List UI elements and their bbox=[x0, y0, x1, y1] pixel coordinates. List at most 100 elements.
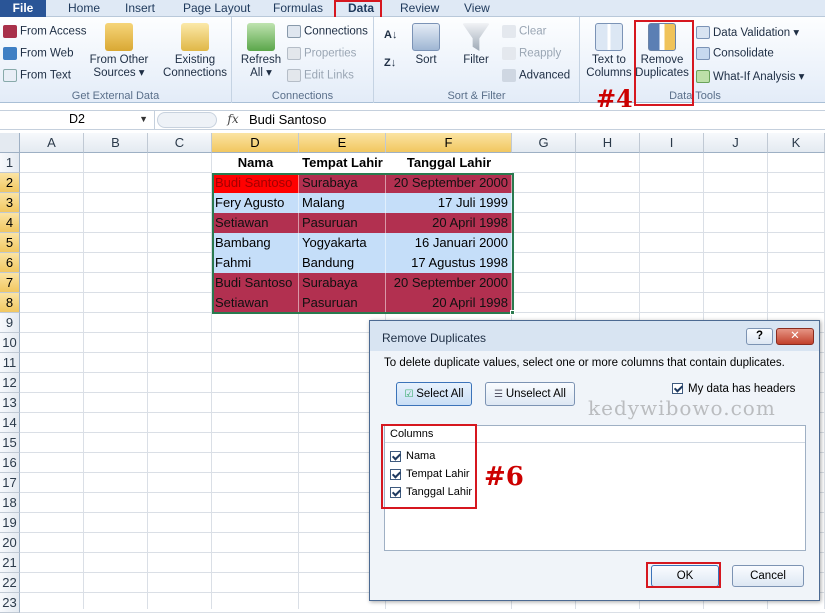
edit-links-button[interactable]: Edit Links bbox=[287, 69, 354, 82]
table-cell-tempat[interactable]: Malang bbox=[299, 193, 386, 213]
row-header-7[interactable]: 7 bbox=[0, 273, 20, 293]
filter-button[interactable]: Filter bbox=[456, 23, 496, 67]
table-header-cell[interactable]: Tempat Lahir bbox=[299, 153, 386, 173]
row-header-8[interactable]: 8 bbox=[0, 293, 20, 313]
column-header-g[interactable]: G bbox=[512, 133, 576, 153]
table-cell-tempat[interactable]: Pasuruan bbox=[299, 293, 386, 313]
column-header-d[interactable]: D bbox=[212, 133, 299, 153]
reapply-button[interactable]: Reapply bbox=[502, 47, 561, 60]
row-header-6[interactable]: 6 bbox=[0, 253, 20, 273]
row-header-5[interactable]: 5 bbox=[0, 233, 20, 253]
row-header-11[interactable]: 11 bbox=[0, 353, 20, 373]
row-header-12[interactable]: 12 bbox=[0, 373, 20, 393]
row-header-14[interactable]: 14 bbox=[0, 413, 20, 433]
tab-page-layout[interactable]: Page Layout bbox=[183, 1, 250, 15]
properties-button[interactable]: Properties bbox=[287, 47, 356, 60]
from-access-button[interactable]: From Access bbox=[3, 25, 86, 38]
connections-button[interactable]: Connections bbox=[287, 25, 368, 38]
table-cell-tempat[interactable]: Bandung bbox=[299, 253, 386, 273]
tab-formulas[interactable]: Formulas bbox=[273, 1, 323, 15]
table-cell-tanggal[interactable]: 20 September 2000 bbox=[386, 173, 512, 193]
row-header-2[interactable]: 2 bbox=[0, 173, 20, 193]
fill-handle[interactable] bbox=[510, 310, 515, 315]
table-cell-nama[interactable]: Budi Santoso bbox=[212, 173, 299, 193]
tab-review[interactable]: Review bbox=[400, 1, 439, 15]
advanced-button[interactable]: Advanced bbox=[502, 69, 570, 82]
grid-line bbox=[83, 153, 84, 609]
row-header-16[interactable]: 16 bbox=[0, 453, 20, 473]
row-header-15[interactable]: 15 bbox=[0, 433, 20, 453]
table-cell-nama[interactable]: Fahmi bbox=[212, 253, 299, 273]
table-cell-tanggal[interactable]: 20 September 2000 bbox=[386, 273, 512, 293]
name-box[interactable]: D2 ▼ bbox=[0, 110, 155, 130]
clear-button[interactable]: Clear bbox=[502, 25, 546, 38]
row-header-23[interactable]: 23 bbox=[0, 593, 20, 613]
table-cell-nama[interactable]: Budi Santoso bbox=[212, 273, 299, 293]
table-header-cell[interactable]: Nama bbox=[212, 153, 299, 173]
group-label: Get External Data bbox=[71, 90, 160, 102]
table-cell-tempat[interactable]: Yogyakarta bbox=[299, 233, 386, 253]
table-cell-nama[interactable]: Setiawan bbox=[212, 213, 299, 233]
row-header-19[interactable]: 19 bbox=[0, 513, 20, 533]
row-header-21[interactable]: 21 bbox=[0, 553, 20, 573]
close-button[interactable]: ✕ bbox=[776, 328, 814, 345]
watermark: kedywibowo.com bbox=[588, 396, 776, 420]
help-button[interactable]: ? bbox=[746, 328, 773, 345]
table-cell-tanggal[interactable]: 17 Agustus 1998 bbox=[386, 253, 512, 273]
select-all-button[interactable]: ☑ Select All bbox=[396, 382, 472, 406]
column-header-j[interactable]: J bbox=[704, 133, 768, 153]
row-header-13[interactable]: 13 bbox=[0, 393, 20, 413]
existing-connections-button[interactable]: Existing Connections bbox=[160, 23, 230, 80]
column-header-a[interactable]: A bbox=[20, 133, 84, 153]
table-cell-tanggal[interactable]: 16 Januari 2000 bbox=[386, 233, 512, 253]
table-cell-tempat[interactable]: Pasuruan bbox=[299, 213, 386, 233]
row-header-4[interactable]: 4 bbox=[0, 213, 20, 233]
tab-view[interactable]: View bbox=[464, 1, 490, 15]
row-header-9[interactable]: 9 bbox=[0, 313, 20, 333]
table-cell-nama[interactable]: Bambang bbox=[212, 233, 299, 253]
table-cell-nama[interactable]: Setiawan bbox=[212, 293, 299, 313]
tab-file[interactable]: File bbox=[0, 0, 46, 17]
table-cell-tanggal[interactable]: 20 April 1998 bbox=[386, 213, 512, 233]
consolidate-button[interactable]: Consolidate bbox=[696, 47, 774, 60]
text-to-columns-button[interactable]: Text to Columns bbox=[584, 23, 634, 80]
unselect-all-button[interactable]: ☰ Unselect All bbox=[485, 382, 575, 406]
from-web-button[interactable]: From Web bbox=[3, 47, 73, 60]
tab-home[interactable]: Home bbox=[68, 1, 100, 15]
column-header-c[interactable]: C bbox=[148, 133, 212, 153]
row-header-18[interactable]: 18 bbox=[0, 493, 20, 513]
column-header-b[interactable]: B bbox=[84, 133, 148, 153]
formula-input[interactable]: Budi Santoso bbox=[249, 110, 326, 130]
table-header-cell[interactable]: Tanggal Lahir bbox=[386, 153, 512, 173]
row-header-17[interactable]: 17 bbox=[0, 473, 20, 493]
sort-button[interactable]: Sort bbox=[408, 23, 444, 67]
formula-bar-divider bbox=[157, 112, 217, 128]
insert-function-icon[interactable]: fx bbox=[222, 110, 244, 130]
sort-az-button[interactable]: A↓ bbox=[384, 29, 397, 41]
column-header-i[interactable]: I bbox=[640, 133, 704, 153]
row-header-1[interactable]: 1 bbox=[0, 153, 20, 173]
from-text-button[interactable]: From Text bbox=[3, 69, 71, 82]
data-validation-button[interactable]: Data Validation ▾ bbox=[696, 25, 799, 40]
table-cell-tempat[interactable]: Surabaya bbox=[299, 173, 386, 193]
table-cell-tanggal[interactable]: 17 Juli 1999 bbox=[386, 193, 512, 213]
table-cell-tanggal[interactable]: 20 April 1998 bbox=[386, 293, 512, 313]
column-header-h[interactable]: H bbox=[576, 133, 640, 153]
my-data-has-headers-checkbox[interactable]: My data has headers bbox=[672, 383, 795, 395]
row-header-20[interactable]: 20 bbox=[0, 533, 20, 553]
select-all-corner[interactable] bbox=[0, 133, 20, 153]
row-header-10[interactable]: 10 bbox=[0, 333, 20, 353]
column-header-k[interactable]: K bbox=[768, 133, 825, 153]
tab-insert[interactable]: Insert bbox=[125, 1, 155, 15]
row-header-3[interactable]: 3 bbox=[0, 193, 20, 213]
cancel-button[interactable]: Cancel bbox=[732, 565, 804, 587]
row-header-22[interactable]: 22 bbox=[0, 573, 20, 593]
what-if-analysis-button[interactable]: What-If Analysis ▾ bbox=[696, 69, 804, 84]
table-cell-tempat[interactable]: Surabaya bbox=[299, 273, 386, 293]
sort-za-button[interactable]: Z↓ bbox=[384, 57, 396, 69]
table-cell-nama[interactable]: Fery Agusto bbox=[212, 193, 299, 213]
refresh-all-button[interactable]: Refresh All ▾ bbox=[238, 23, 284, 80]
column-header-e[interactable]: E bbox=[299, 133, 386, 153]
from-other-sources-button[interactable]: From Other Sources ▾ bbox=[88, 23, 150, 80]
column-header-f[interactable]: F bbox=[386, 133, 512, 153]
